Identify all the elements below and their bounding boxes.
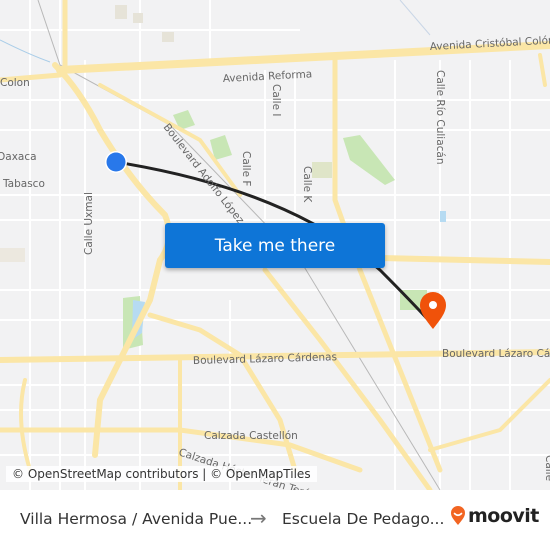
street-label: Calle F — [240, 151, 252, 186]
origin-name: Villa Hermosa / Avenida Pue... — [20, 510, 253, 528]
street-label: Boulevard Lázaro Cárdenas — [442, 348, 550, 360]
destination-name: Escuela De Pedago... — [282, 510, 445, 528]
street-label: Boulevard Lázaro Cárdenas — [193, 351, 337, 367]
arrow-right-icon: → — [250, 506, 267, 530]
pool — [440, 211, 446, 222]
street-label: Calle — [543, 455, 550, 481]
street-label: Tabasco — [2, 178, 45, 190]
street-label: Avenida Reforma — [223, 68, 313, 85]
origin-marker[interactable] — [106, 152, 126, 172]
moovit-pin-icon — [451, 506, 465, 525]
building — [115, 5, 127, 19]
map-attribution[interactable]: © OpenStreetMap contributors | © OpenMap… — [6, 466, 317, 482]
building — [133, 13, 143, 23]
street-label: Oaxaca — [0, 151, 37, 163]
street-label: Colon — [0, 77, 30, 89]
street-label: Calle Uxmal — [83, 192, 95, 255]
street-label: Calle K — [301, 166, 313, 203]
street-label: Calle I — [270, 84, 282, 117]
street-label: Calle Río Culiacán — [434, 70, 446, 165]
street-label: Calzada Castellón — [204, 430, 298, 442]
sports-field — [312, 162, 332, 178]
take-me-there-button[interactable]: Take me there — [165, 223, 385, 268]
map[interactable]: Avenida Cristóbal Colón Avenida Reforma … — [0, 0, 550, 490]
moovit-logo[interactable]: moovit — [450, 505, 539, 527]
route-footer: Villa Hermosa / Avenida Pue... → Escuela… — [0, 490, 550, 550]
moovit-wordmark: moovit — [468, 505, 539, 527]
building — [0, 248, 25, 262]
building — [162, 32, 174, 42]
destination-marker-dot — [429, 301, 437, 309]
canal — [0, 39, 51, 63]
destination-marker[interactable] — [420, 292, 446, 329]
canal — [399, 0, 431, 36]
park — [343, 135, 395, 185]
